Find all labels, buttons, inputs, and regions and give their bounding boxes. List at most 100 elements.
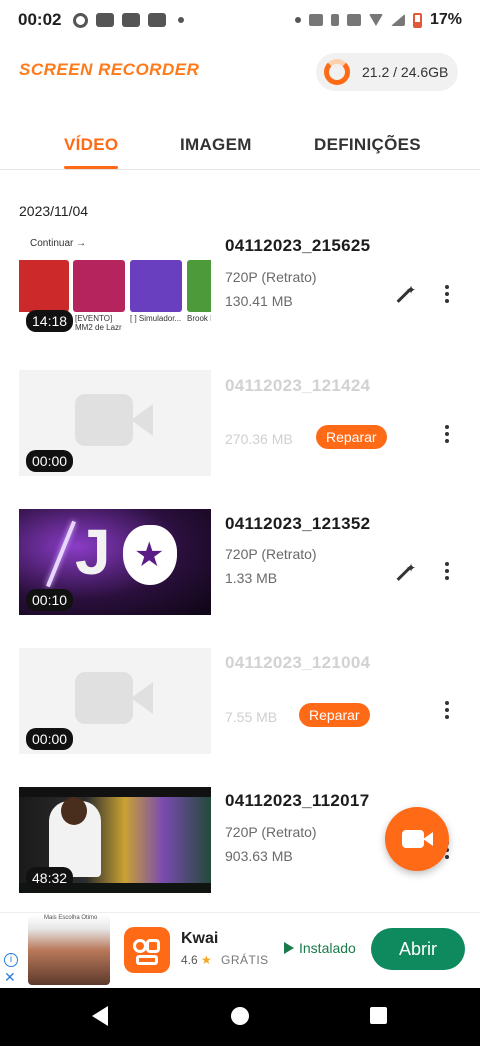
system-nav-bar bbox=[0, 988, 480, 1046]
vibrate-icon bbox=[346, 14, 361, 26]
video-size: 270.36 MB bbox=[225, 431, 293, 447]
battery-percent: 17% bbox=[429, 11, 462, 28]
more-options-icon[interactable] bbox=[445, 285, 449, 303]
more-options-icon[interactable] bbox=[445, 562, 449, 580]
thumbnail-caption: [EVENTO] MM2 de Lazr bbox=[75, 314, 122, 332]
youtube-icon bbox=[122, 13, 141, 27]
battery-icon bbox=[412, 12, 422, 28]
video-size: 1.33 MB bbox=[225, 570, 278, 586]
more-options-icon[interactable] bbox=[445, 425, 449, 443]
video-resolution: 720P (Retrato) bbox=[225, 824, 317, 840]
video-title: 04112023_112017 bbox=[225, 791, 370, 810]
ad-installed-status: Instalado bbox=[284, 940, 356, 956]
ad-installed-label: Instalado bbox=[299, 940, 356, 956]
video-camera-icon bbox=[402, 830, 424, 848]
more-options-icon[interactable] bbox=[445, 701, 449, 719]
app-header: SCREEN RECORDER 21.2 / 24.6GB bbox=[0, 48, 480, 98]
video-row[interactable]: Continuar → [EVENTO] MM2 de Lazr [ ] Sim… bbox=[0, 230, 480, 338]
ad-open-button[interactable]: Abrir bbox=[371, 928, 465, 970]
thumbnail-letter-graphic: J bbox=[75, 516, 111, 588]
tab-video[interactable]: VÍDEO bbox=[64, 135, 118, 155]
home-icon[interactable] bbox=[231, 1007, 249, 1025]
tab-image[interactable]: IMAGEM bbox=[180, 135, 252, 155]
video-title: 04112023_215625 bbox=[225, 236, 371, 255]
video-camera-icon bbox=[75, 394, 133, 446]
ad-banner[interactable]: i ✕ Mais Escolha Otimo Kwai 4.6 ★ GRÁTIS… bbox=[0, 912, 480, 988]
video-size: 7.55 MB bbox=[225, 709, 278, 725]
thumbnail-topbar bbox=[19, 787, 211, 797]
app-logo: SCREEN RECORDER bbox=[19, 60, 200, 79]
ad-info-icon[interactable]: i bbox=[4, 953, 18, 967]
target-icon bbox=[73, 12, 89, 28]
video-row[interactable]: 00:00 04112023_121424 270.36 MB Reparar bbox=[0, 370, 480, 478]
thumbnail-caption: Brook RP bbox=[187, 314, 211, 323]
video-thumbnail[interactable]: 48:32 bbox=[19, 787, 211, 893]
video-title: 04112023_121352 bbox=[225, 514, 371, 533]
video-thumbnail-placeholder[interactable]: 00:00 bbox=[19, 370, 211, 476]
repair-button[interactable]: Reparar bbox=[316, 425, 387, 449]
ad-rating: 4.6 ★ bbox=[181, 953, 212, 967]
video-thumbnail-placeholder[interactable]: 00:00 bbox=[19, 648, 211, 754]
ad-promo-image[interactable] bbox=[28, 915, 110, 985]
bluetooth-icon bbox=[330, 14, 339, 26]
screen-recorder-app: 00:02 17% SCREEN RECORDER 21.2 / 24.6GB … bbox=[0, 0, 480, 1046]
dot-icon bbox=[178, 17, 185, 23]
youtube-icon bbox=[96, 13, 115, 27]
thumbnail-card bbox=[187, 260, 211, 312]
player-head-graphic bbox=[61, 797, 87, 825]
ad-price: GRÁTIS bbox=[221, 953, 269, 967]
play-store-icon bbox=[284, 942, 294, 954]
tab-active-indicator bbox=[64, 166, 118, 169]
video-row[interactable]: 00:00 04112023_121004 7.55 MB Reparar bbox=[0, 648, 480, 756]
status-time: 00:02 bbox=[18, 10, 62, 29]
tab-settings[interactable]: DEFINIÇÕES bbox=[314, 135, 421, 155]
kwai-icon-shape bbox=[136, 955, 158, 965]
video-camera-lens bbox=[131, 404, 153, 436]
ad-rating-value: 4.6 bbox=[181, 953, 198, 967]
video-camera-lens bbox=[131, 682, 153, 714]
video-duration: 00:10 bbox=[26, 589, 74, 611]
video-title: 04112023_121004 bbox=[225, 653, 371, 672]
video-size: 130.41 MB bbox=[225, 293, 293, 309]
magic-wand-icon[interactable]: ✦ bbox=[392, 561, 416, 585]
tab-bar: VÍDEO IMAGEM DEFINIÇÕES bbox=[0, 126, 480, 170]
youtube-icon bbox=[148, 13, 167, 27]
thumbnail-card bbox=[73, 260, 125, 312]
storage-indicator[interactable]: 21.2 / 24.6GB bbox=[316, 53, 458, 91]
signal-icon bbox=[390, 14, 405, 26]
magic-wand-icon[interactable]: ✦ bbox=[392, 283, 416, 307]
thumbnail-card bbox=[19, 260, 69, 312]
video-duration: 48:32 bbox=[26, 867, 74, 889]
star-icon: ★ bbox=[134, 536, 165, 574]
video-thumbnail[interactable]: J ★ 00:10 bbox=[19, 509, 211, 615]
repair-button[interactable]: Reparar bbox=[299, 703, 370, 727]
video-duration: 14:18 bbox=[26, 310, 74, 332]
date-group-header: 2023/11/04 bbox=[19, 203, 89, 219]
record-button[interactable] bbox=[385, 807, 449, 871]
video-resolution: 720P (Retrato) bbox=[225, 546, 317, 562]
thumbnail-caption: [ ] Simulador... bbox=[130, 314, 182, 323]
storage-text: 21.2 / 24.6GB bbox=[362, 64, 449, 80]
thumbnail-card bbox=[130, 260, 182, 312]
ad-promo-text: Mais Escolha Otimo bbox=[44, 915, 98, 921]
recents-icon[interactable] bbox=[370, 1007, 387, 1024]
video-row[interactable]: J ★ 00:10 04112023_121352 720P (Retrato)… bbox=[0, 509, 480, 617]
video-size: 903.63 MB bbox=[225, 848, 293, 864]
ad-close-icon[interactable]: ✕ bbox=[4, 969, 16, 986]
video-duration: 00:00 bbox=[26, 450, 74, 472]
video-camera-icon bbox=[75, 672, 133, 724]
thumbnail-continue-text: Continuar → bbox=[30, 238, 87, 249]
video-thumbnail[interactable]: Continuar → [EVENTO] MM2 de Lazr [ ] Sim… bbox=[19, 230, 211, 336]
dot-icon bbox=[294, 17, 301, 23]
storage-ring-icon bbox=[324, 59, 350, 85]
kwai-icon-shape bbox=[133, 939, 147, 953]
back-icon[interactable] bbox=[92, 1006, 108, 1026]
star-icon: ★ bbox=[201, 953, 212, 967]
kwai-app-icon[interactable] bbox=[124, 927, 170, 973]
video-title: 04112023_121424 bbox=[225, 376, 371, 395]
kwai-icon-shape bbox=[146, 939, 160, 953]
status-right: 17% bbox=[294, 11, 462, 29]
video-camera-lens bbox=[423, 832, 433, 846]
ad-app-name: Kwai bbox=[181, 930, 219, 947]
video-duration: 00:00 bbox=[26, 728, 74, 750]
